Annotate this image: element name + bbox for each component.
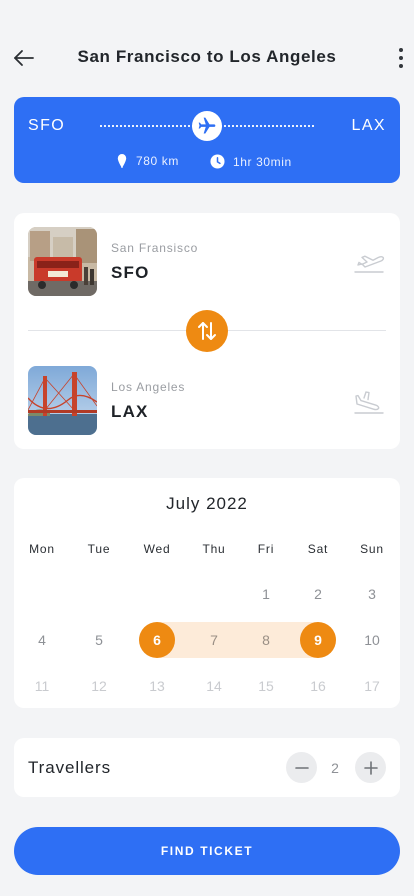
increase-travellers-button[interactable] (355, 752, 386, 783)
calendar-day-2[interactable]: 2 (300, 576, 336, 612)
airplane-icon (198, 117, 216, 134)
more-vertical-icon (399, 48, 403, 52)
calendar-day-8[interactable]: 8 (248, 622, 284, 658)
plane-takeoff-icon (354, 255, 385, 273)
route-origin-code: SFO (28, 117, 66, 134)
location-pin-icon (117, 154, 127, 168)
minus-icon (294, 766, 309, 769)
travellers-label: Travellers (28, 758, 111, 777)
san-francisco-street-photo (28, 227, 97, 296)
selected-range-highlight (157, 622, 318, 658)
swap-vertical-icon (198, 322, 216, 340)
plane-landing-icon (354, 391, 384, 414)
calendar-day-6[interactable]: 6 (139, 622, 175, 658)
weekday-mon: Mon (29, 542, 55, 556)
calendar-day-12[interactable]: 12 (81, 668, 117, 704)
origin-airport-code: SFO (111, 263, 150, 282)
route-summary-card: SFO LAX 780 km 1hr 30min (14, 97, 400, 183)
calendar-day-7[interactable]: 7 (196, 622, 232, 658)
more-options-button[interactable] (394, 44, 408, 72)
route-duration: 1hr 30min (210, 154, 292, 169)
plane-badge (192, 111, 222, 141)
calendar-day-5[interactable]: 5 (81, 622, 117, 658)
route-distance: 780 km (116, 154, 179, 168)
find-ticket-button[interactable]: FIND TICKET (14, 827, 400, 875)
calendar-day-13[interactable]: 13 (139, 668, 175, 704)
travellers-count: 2 (331, 760, 339, 776)
duration-text: 1hr 30min (233, 154, 292, 169)
calendar-day-15[interactable]: 15 (248, 668, 284, 704)
calendar-day-1[interactable]: 1 (248, 576, 284, 612)
swap-airports-button[interactable] (186, 310, 228, 352)
page-title: San Francisco to Los Angeles (77, 47, 337, 66)
calendar-day-17[interactable]: 17 (354, 668, 390, 704)
decrease-travellers-button[interactable] (286, 752, 317, 783)
plus-icon (363, 760, 378, 775)
calendar-weekday-header: Mon Tue Wed Thu Fri Sat Sun (14, 542, 400, 558)
distance-text: 780 km (136, 154, 179, 168)
origin-airport-row[interactable]: San Fransisco SFO (28, 227, 386, 297)
calendar-day-3[interactable]: 3 (354, 576, 390, 612)
date-picker-calendar: July 2022 Mon Tue Wed Thu Fri Sat Sun 12345678… (14, 478, 400, 708)
calendar-day-9[interactable]: 9 (300, 622, 336, 658)
route-destination-code: LAX (351, 117, 386, 134)
destination-city-name: Los Angeles (111, 380, 186, 394)
weekday-thu: Thu (202, 542, 226, 556)
origin-city-name: San Fransisco (111, 241, 199, 255)
calendar-day-16[interactable]: 16 (300, 668, 336, 704)
airports-card: San Fransisco SFO Los Angeles LAX (14, 213, 400, 449)
weekday-wed: Wed (143, 542, 171, 556)
calendar-day-4[interactable]: 4 (24, 622, 60, 658)
clock-icon (210, 154, 225, 169)
weekday-sun: Sun (360, 542, 384, 556)
golden-gate-bridge-photo (28, 366, 97, 435)
calendar-day-11[interactable]: 11 (24, 668, 60, 704)
destination-airport-row[interactable]: Los Angeles LAX (28, 366, 386, 436)
calendar-day-10[interactable]: 10 (354, 622, 390, 658)
weekday-sat: Sat (307, 542, 329, 556)
weekday-tue: Tue (87, 542, 111, 556)
calendar-day-14[interactable]: 14 (196, 668, 232, 704)
travellers-card: Travellers 2 (14, 738, 400, 797)
destination-airport-code: LAX (111, 402, 149, 421)
weekday-fri: Fri (257, 542, 275, 556)
calendar-month-label: July 2022 (166, 494, 248, 513)
